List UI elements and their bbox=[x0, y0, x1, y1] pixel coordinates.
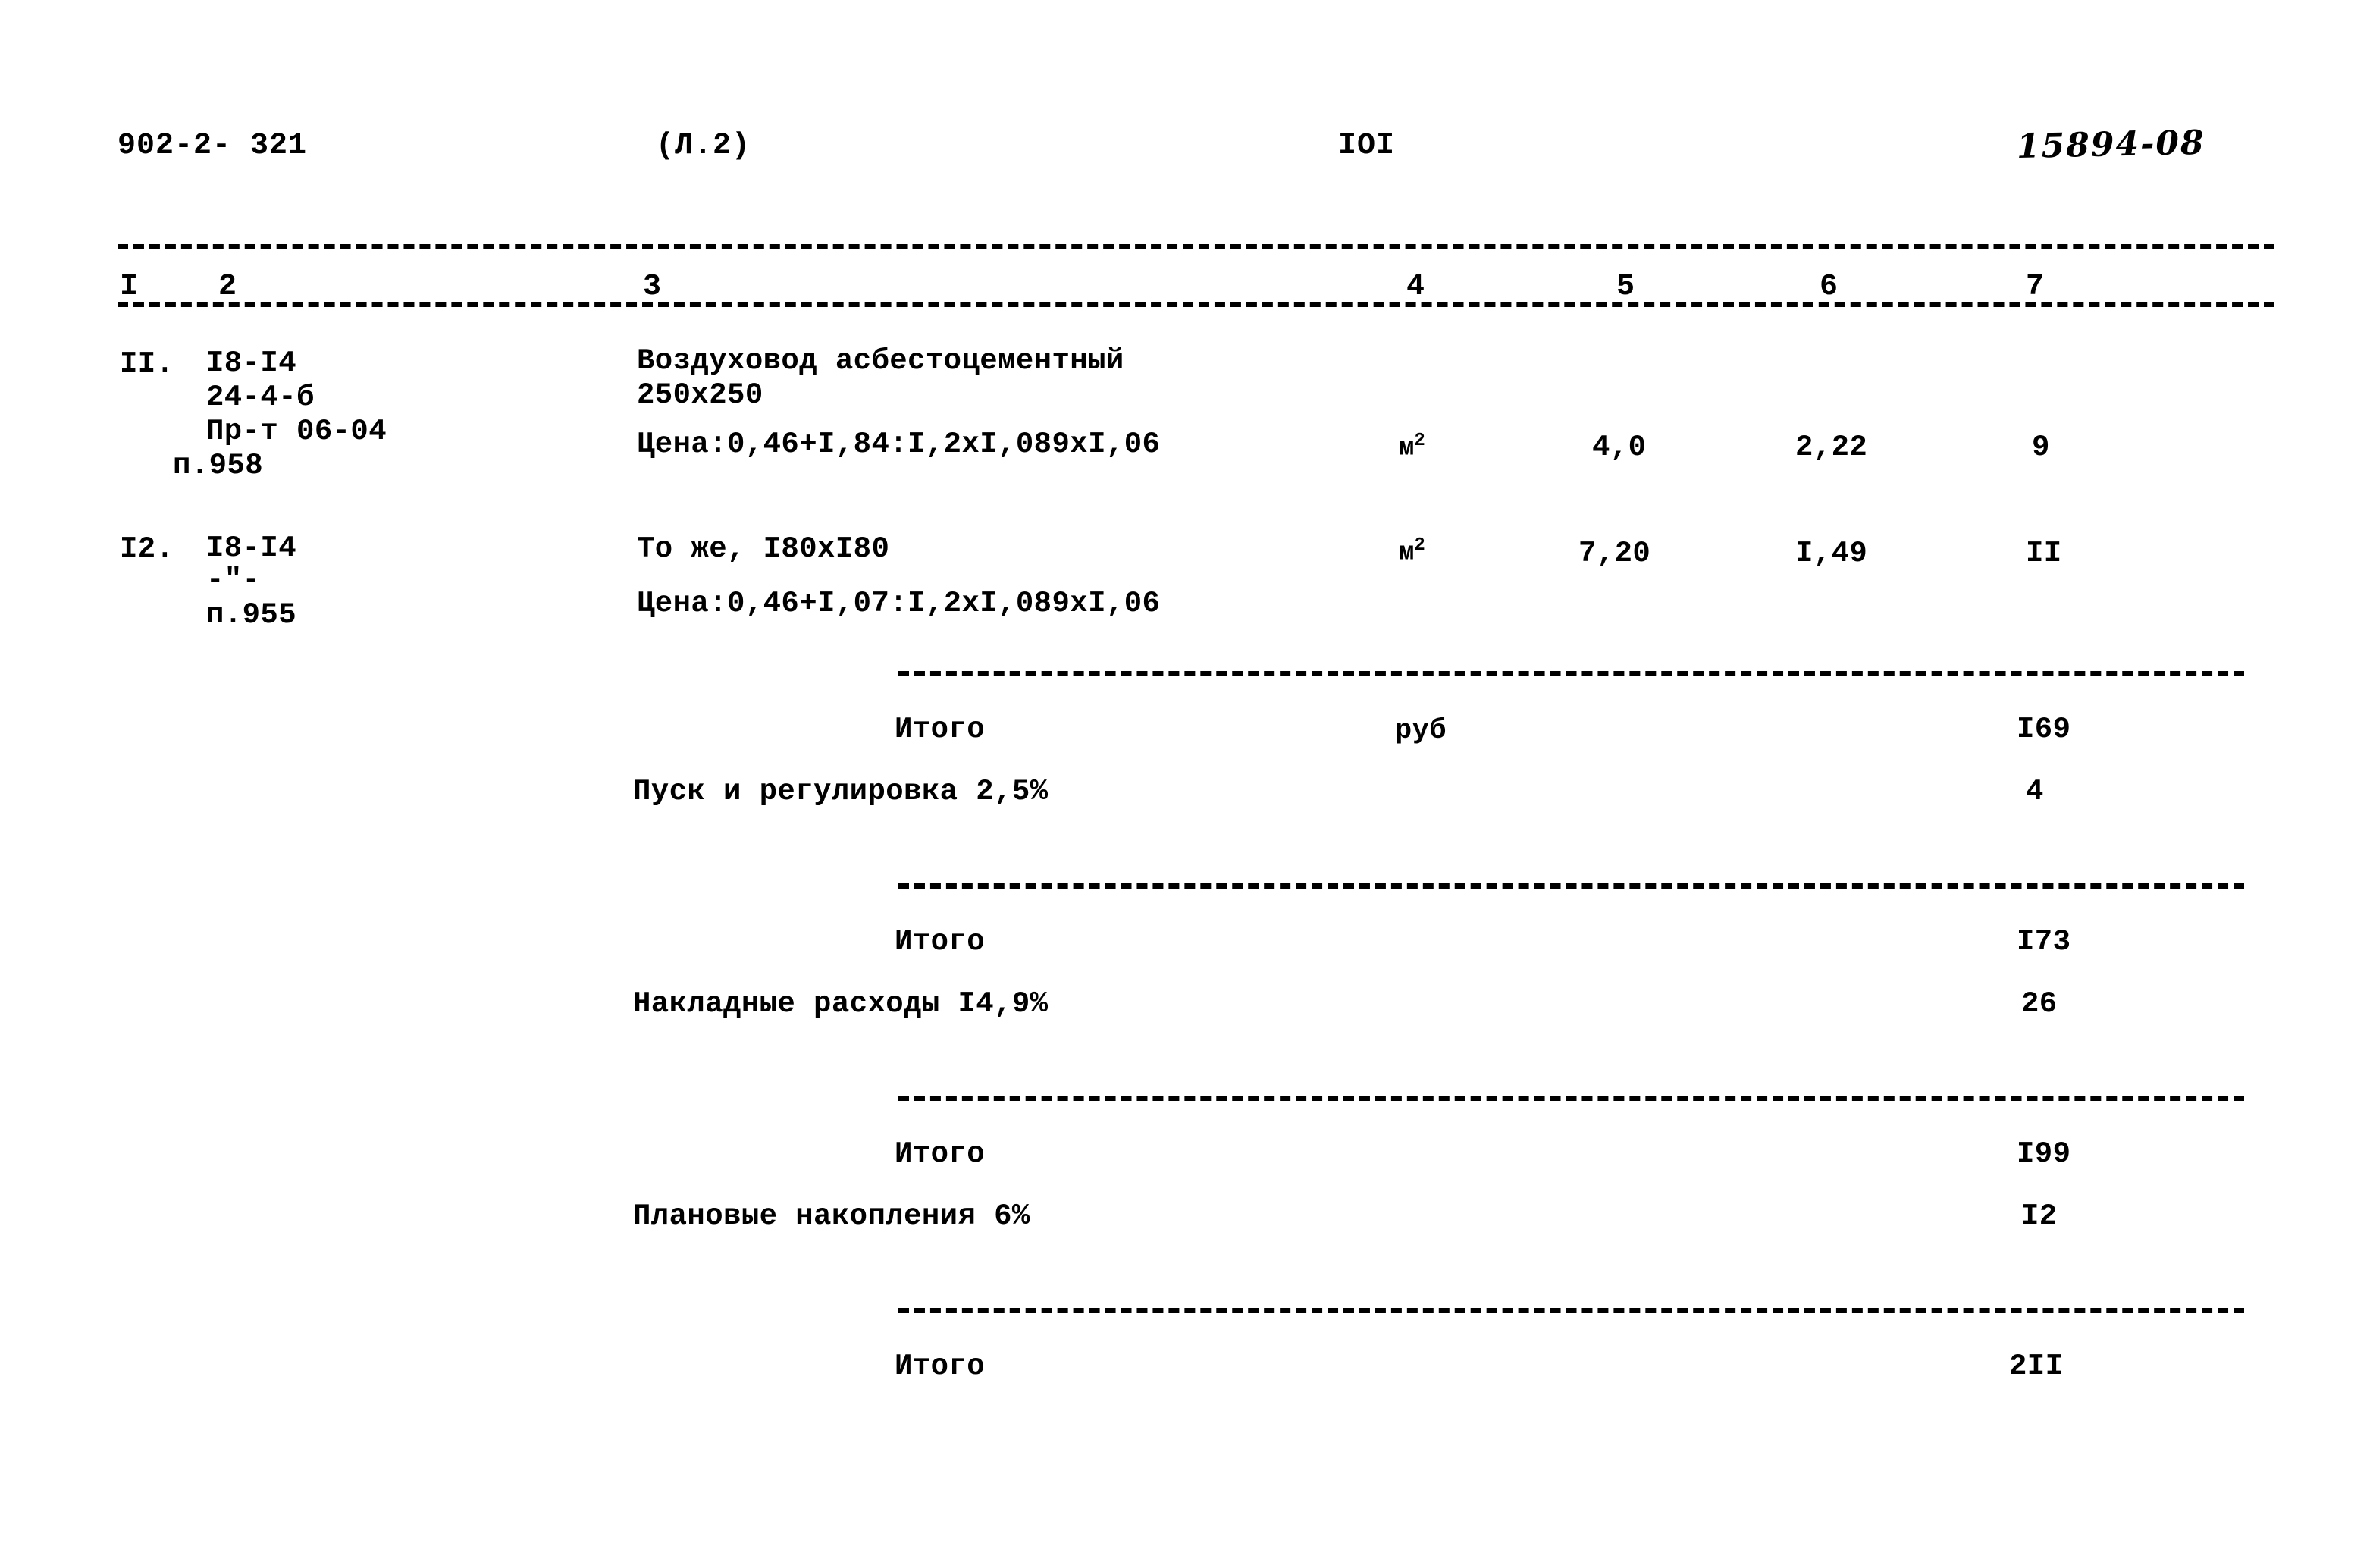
column-number-1: I bbox=[120, 270, 139, 304]
column-number-3: 3 bbox=[643, 270, 662, 304]
row-description-line-1: Воздуховод асбестоцементный bbox=[637, 344, 1124, 378]
summary-rule bbox=[898, 883, 2244, 889]
summary-value: I73 bbox=[2017, 925, 2071, 958]
row-quantity: 4,0 bbox=[1592, 431, 1647, 464]
summary-label: Итого bbox=[895, 1137, 986, 1171]
page-number: IOI bbox=[1338, 129, 1396, 163]
row-unit-text: м bbox=[1399, 434, 1415, 463]
row-rate: 2,22 bbox=[1795, 431, 1868, 464]
summary-rule bbox=[898, 671, 2244, 676]
summary-value: I69 bbox=[2017, 713, 2071, 746]
summary-unit: руб bbox=[1395, 715, 1447, 747]
column-number-5: 5 bbox=[1616, 270, 1635, 304]
document-page: 902-2- 321 (Л.2) IOI 15894-08 I 2 3 4 5 … bbox=[0, 0, 2373, 1568]
table-top-rule-1 bbox=[118, 244, 2274, 249]
table-top-rule-2 bbox=[118, 302, 2274, 307]
summary-rule bbox=[898, 1096, 2244, 1101]
summary-label: Итого bbox=[895, 713, 986, 746]
row-ref-line-4: п.958 bbox=[173, 449, 264, 482]
row-ref-line-2: -"- bbox=[206, 563, 261, 597]
summary-value: 4 bbox=[2026, 775, 2044, 808]
document-code: 902-2- 321 bbox=[118, 129, 308, 163]
summary-value: I99 bbox=[2017, 1137, 2071, 1171]
row-quantity: 7,20 bbox=[1578, 537, 1651, 570]
summary-value: 2II bbox=[2009, 1350, 2064, 1383]
row-description-line-1: То же, I80хI80 bbox=[637, 532, 890, 566]
row-ref-line-3: п.955 bbox=[206, 598, 297, 632]
row-ref-line-2: 24-4-б bbox=[206, 381, 315, 414]
row-ref-line-1: I8-I4 bbox=[206, 532, 297, 565]
row-unit: м2 bbox=[1399, 535, 1425, 567]
row-unit: м2 bbox=[1399, 431, 1425, 463]
row-unit-exponent: 2 bbox=[1414, 431, 1425, 451]
row-unit-text: м bbox=[1399, 538, 1415, 568]
summary-value: I2 bbox=[2021, 1200, 2058, 1233]
row-description-line-2: 250х250 bbox=[637, 378, 763, 412]
summary-label: Итого bbox=[895, 925, 986, 958]
summary-label: Итого bbox=[895, 1350, 986, 1383]
section-label: (Л.2) bbox=[656, 129, 751, 163]
summary-label: Накладные расходы I4,9% bbox=[633, 987, 1049, 1021]
summary-value: 26 bbox=[2021, 987, 2058, 1021]
row-price-formula: Цена:0,46+I,07:I,2хI,089хI,06 bbox=[637, 587, 1161, 620]
row-total: 9 bbox=[2032, 431, 2050, 464]
row-index: II. bbox=[120, 347, 174, 381]
row-rate: I,49 bbox=[1795, 537, 1868, 570]
column-number-4: 4 bbox=[1406, 270, 1425, 304]
row-total: II bbox=[2026, 537, 2062, 570]
column-number-7: 7 bbox=[2026, 270, 2045, 304]
column-number-2: 2 bbox=[218, 270, 237, 304]
row-ref-line-3: Пр-т 06-04 bbox=[206, 415, 387, 448]
summary-label: Плановые накопления 6% bbox=[633, 1200, 1030, 1233]
column-number-6: 6 bbox=[1820, 270, 1839, 304]
row-ref-line-1: I8-I4 bbox=[206, 347, 297, 380]
row-unit-exponent: 2 bbox=[1414, 535, 1425, 556]
summary-label: Пуск и регулировка 2,5% bbox=[633, 775, 1049, 808]
summary-rule bbox=[898, 1308, 2244, 1313]
archive-code: 15894-08 bbox=[2016, 123, 2206, 166]
row-index: I2. bbox=[120, 532, 174, 566]
row-price-formula: Цена:0,46+I,84:I,2хI,089хI,06 bbox=[637, 428, 1161, 461]
